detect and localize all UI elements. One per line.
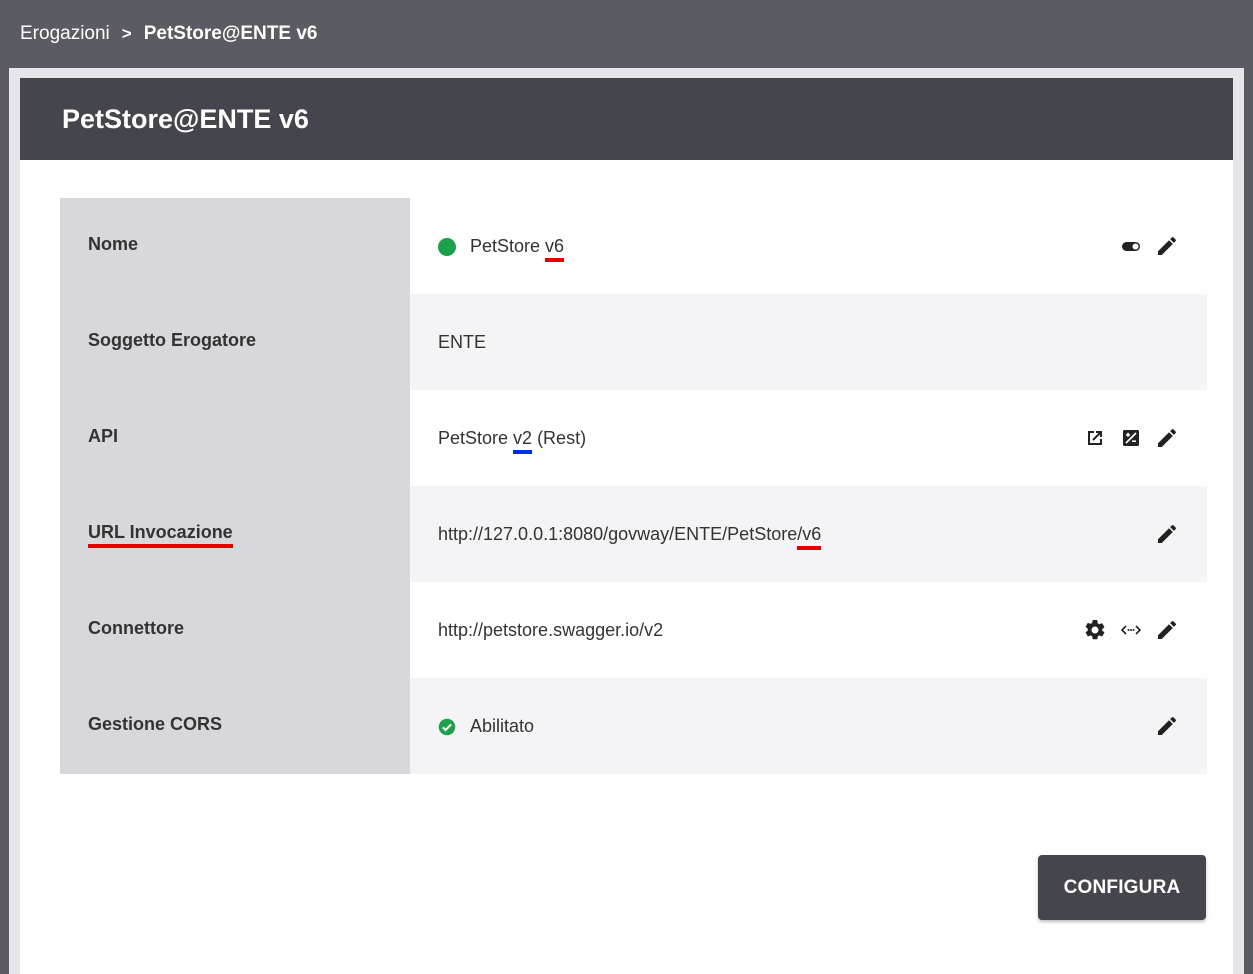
row-actions bbox=[1083, 618, 1179, 642]
url-value-prefix: http://127.0.0.1:8080/govway/ENTE/PetSto… bbox=[438, 524, 798, 544]
row-value: Abilitato bbox=[410, 678, 1207, 774]
url-invocazione-label: URL Invocazione bbox=[88, 522, 233, 548]
row-value: ENTE bbox=[410, 294, 1207, 390]
row-nome: Nome PetStore v6 bbox=[60, 198, 1207, 294]
api-version-highlight: v2 bbox=[513, 428, 533, 454]
edit-connettore-pencil-icon[interactable] bbox=[1155, 618, 1179, 642]
row-actions bbox=[1119, 234, 1179, 258]
api-spec-icon[interactable] bbox=[1119, 426, 1143, 450]
row-label: Soggetto Erogatore bbox=[60, 294, 410, 390]
toggle-icon[interactable] bbox=[1119, 234, 1143, 258]
row-soggetto: Soggetto Erogatore ENTE bbox=[60, 294, 1207, 390]
cors-value: Abilitato bbox=[470, 716, 535, 736]
row-actions bbox=[1155, 714, 1179, 738]
row-value: PetStore v6 bbox=[410, 198, 1207, 294]
row-value: PetStore v2 (Rest) bbox=[410, 390, 1207, 486]
row-actions bbox=[1155, 522, 1179, 546]
row-value: http://petstore.swagger.io/v2 bbox=[410, 582, 1207, 678]
breadcrumb-separator: > bbox=[121, 24, 132, 43]
detail-table: Nome PetStore v6 Soggetto Erogatore ENTE… bbox=[60, 198, 1207, 774]
breadcrumb-current: PetStore@ENTE v6 bbox=[143, 23, 318, 44]
row-label: Connettore bbox=[60, 582, 410, 678]
connection-test-icon[interactable] bbox=[1119, 618, 1143, 642]
row-url-invocazione: URL Invocazione http://127.0.0.1:8080/go… bbox=[60, 486, 1207, 582]
edit-nome-pencil-icon[interactable] bbox=[1155, 234, 1179, 258]
edit-cors-pencil-icon[interactable] bbox=[1155, 714, 1179, 738]
nome-version-highlight: v6 bbox=[545, 236, 565, 262]
connettore-value: http://petstore.swagger.io/v2 bbox=[438, 620, 664, 640]
row-label: URL Invocazione bbox=[60, 486, 410, 582]
detail-card: Nome PetStore v6 Soggetto Erogatore ENTE… bbox=[20, 160, 1233, 974]
row-api: API PetStore v2 (Rest) bbox=[60, 390, 1207, 486]
status-active-icon bbox=[438, 238, 456, 256]
row-label: API bbox=[60, 390, 410, 486]
configura-button[interactable]: CONFIGURA bbox=[1038, 855, 1206, 920]
row-connettore: Connettore http://petstore.swagger.io/v2 bbox=[60, 582, 1207, 678]
open-external-icon[interactable] bbox=[1083, 426, 1107, 450]
row-actions bbox=[1083, 426, 1179, 450]
row-value: http://127.0.0.1:8080/govway/ENTE/PetSto… bbox=[410, 486, 1207, 582]
api-value-suffix: (Rest) bbox=[532, 428, 587, 448]
settings-gear-icon[interactable] bbox=[1083, 618, 1107, 642]
row-label: Nome bbox=[60, 198, 410, 294]
page-title: PetStore@ENTE v6 bbox=[20, 78, 1233, 160]
nome-value-prefix: PetStore bbox=[470, 236, 546, 256]
breadcrumb-erogazioni-link[interactable]: Erogazioni bbox=[20, 23, 110, 45]
edit-api-pencil-icon[interactable] bbox=[1155, 426, 1179, 450]
edit-url-pencil-icon[interactable] bbox=[1155, 522, 1179, 546]
row-gestione-cors: Gestione CORS Abilitato bbox=[60, 678, 1207, 774]
url-version-highlight: /v6 bbox=[797, 524, 822, 550]
api-value-prefix: PetStore bbox=[438, 428, 514, 448]
soggetto-value: ENTE bbox=[438, 332, 487, 352]
check-circle-icon bbox=[438, 718, 456, 736]
row-label: Gestione CORS bbox=[60, 678, 410, 774]
breadcrumb: Erogazioni > PetStore@ENTE v6 bbox=[0, 0, 1253, 68]
